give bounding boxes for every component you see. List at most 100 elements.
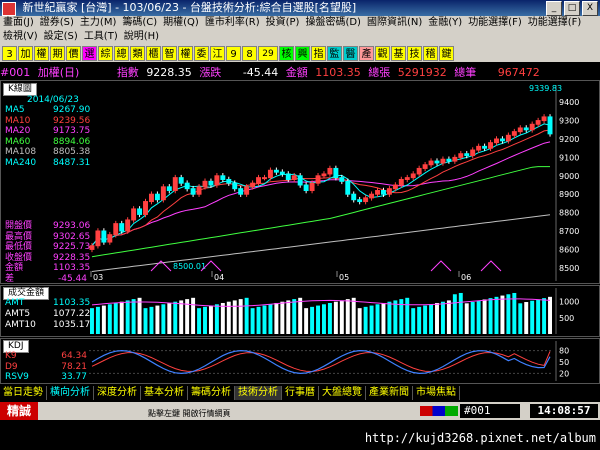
toolbar-button[interactable]: 委 bbox=[194, 45, 209, 61]
candle-body bbox=[517, 127, 523, 133]
toolbar-button[interactable]: 綜 bbox=[98, 45, 113, 61]
toolbar-button[interactable]: 櫃 bbox=[146, 45, 161, 61]
function-tab[interactable]: 深度分析 bbox=[94, 386, 141, 400]
function-tab[interactable]: 大盤總覽 bbox=[319, 386, 366, 400]
toolbar-button[interactable]: 基 bbox=[391, 45, 406, 61]
menu-item[interactable]: 匯市利率(R) bbox=[202, 16, 263, 30]
menu-item[interactable]: 證券(S) bbox=[37, 16, 77, 30]
menu-item[interactable]: 操盤密碼(D) bbox=[302, 16, 364, 30]
ma20-line bbox=[91, 141, 551, 247]
y-tick-label: 9400 bbox=[559, 98, 579, 107]
ma10-line bbox=[91, 129, 551, 247]
candle-body bbox=[375, 190, 380, 195]
toolbar-button[interactable]: 稽 bbox=[423, 45, 438, 61]
menu-item[interactable]: 籌碼(C) bbox=[119, 16, 160, 30]
ma108-line bbox=[91, 214, 551, 272]
toolbar-button[interactable]: 觀 bbox=[375, 45, 390, 61]
toolbar-button[interactable]: 8 bbox=[242, 45, 257, 61]
trades-label: 總筆 bbox=[454, 66, 477, 79]
kdj-chart: 80 50 20 bbox=[89, 341, 569, 381]
volume-bar bbox=[405, 297, 410, 334]
toolbar-button[interactable]: 權 bbox=[34, 45, 49, 61]
candle-body bbox=[547, 116, 553, 135]
volume-bar bbox=[470, 302, 475, 334]
candle-body bbox=[297, 175, 303, 186]
d9-line bbox=[91, 351, 551, 373]
toolbar-button[interactable]: 總 bbox=[114, 45, 129, 61]
menu-item[interactable]: 國際資訊(N) bbox=[364, 16, 425, 30]
function-tab[interactable]: 行事曆 bbox=[282, 386, 319, 400]
function-tab[interactable]: 當日走勢 bbox=[0, 386, 47, 400]
menu-item[interactable]: 檢視(V) bbox=[0, 30, 41, 44]
menu-item[interactable]: 設定(S) bbox=[41, 30, 81, 44]
toolbar-button[interactable]: 興 bbox=[295, 45, 310, 61]
y-tick-label: 9000 bbox=[559, 172, 579, 181]
toolbar-button[interactable]: 3 bbox=[2, 45, 17, 61]
toolbar-button[interactable]: 加 bbox=[18, 45, 33, 61]
menu-item[interactable]: 畫面(J) bbox=[0, 16, 37, 30]
volume-panel[interactable]: 成交金額 AMT 1103.35 AMT5 1077.22 AMT10 1035.17 1… bbox=[0, 285, 600, 337]
menu-item[interactable]: 期權(Q) bbox=[160, 16, 202, 30]
function-tab[interactable]: 籌碼分析 bbox=[188, 386, 235, 400]
toolbar-button[interactable]: 指 bbox=[311, 45, 326, 61]
menu-item[interactable]: 主力(M) bbox=[77, 16, 119, 30]
toolbar-button[interactable]: 產 bbox=[359, 45, 374, 61]
toolbar-button[interactable]: 9 bbox=[226, 45, 241, 61]
menu-item[interactable]: 功能選擇(F) bbox=[465, 16, 525, 30]
minimize-button[interactable]: _ bbox=[546, 1, 562, 16]
volume-bar bbox=[179, 300, 184, 334]
volume-bar bbox=[137, 297, 142, 334]
kdj-y-tick: 80 bbox=[559, 347, 569, 356]
toolbar-button[interactable]: 選 bbox=[82, 45, 97, 61]
toolbar-button[interactable]: 類 bbox=[130, 45, 145, 61]
toolbar-button[interactable]: 權 bbox=[178, 45, 193, 61]
ma5-line bbox=[91, 123, 551, 247]
function-tabs: 當日走勢 橫向分析 深度分析 基本分析 籌碼分析 技術分析 行事曆 大盤總覽 產業新聞 市場焦點 bbox=[0, 386, 600, 400]
bottom-area: http://kujd3268.pixnet.net/album bbox=[0, 420, 600, 450]
y-tick-label: 9100 bbox=[559, 153, 579, 162]
candle-body bbox=[470, 149, 476, 157]
volume-chart: 1000 500 bbox=[90, 288, 579, 334]
toolbar-button[interactable]: 技 bbox=[407, 45, 422, 61]
toolbar-button[interactable]: 智 bbox=[162, 45, 177, 61]
index-value: 9228.35 bbox=[146, 66, 192, 79]
menu-item[interactable]: 投資(P) bbox=[263, 16, 303, 30]
menu-item[interactable]: 工具(T) bbox=[81, 30, 121, 44]
toolbar-button[interactable]: 29 bbox=[258, 45, 278, 61]
volume-bar bbox=[381, 302, 386, 334]
menu-item[interactable]: 金融(Y) bbox=[425, 16, 465, 30]
close-button[interactable]: X bbox=[582, 1, 598, 16]
candle-body bbox=[131, 208, 137, 221]
kline-panel[interactable]: K線圖 2014/06/23 MA5 9267.90 MA10 9239.56 MA20… bbox=[0, 80, 600, 284]
maximize-button[interactable]: □ bbox=[564, 1, 580, 16]
candle-body bbox=[363, 197, 369, 203]
candle-body bbox=[494, 138, 499, 144]
candle-body bbox=[160, 186, 166, 201]
volume-bar bbox=[339, 300, 344, 334]
toolbar-button[interactable]: 價 bbox=[66, 45, 81, 61]
toolbar-button[interactable]: 期 bbox=[50, 45, 65, 61]
volume-bar bbox=[351, 297, 356, 334]
title-bar: 新世紀贏家 [台灣] - 103/06/23 - 台盤技術分析:綜合自選股[名望… bbox=[0, 0, 600, 16]
toolbar-button[interactable]: 監 bbox=[327, 45, 342, 61]
status-hint: 點擊左鍵 開啟行情網頁 bbox=[148, 409, 231, 418]
menu-row-1: 畫面(J) 證券(S) 主力(M) 籌碼(C) 期權(Q) 匯市利率(R) 投資(P) 操盤密… bbox=[0, 16, 600, 30]
volume-bar bbox=[429, 304, 434, 334]
toolbar-button[interactable]: 鍵 bbox=[439, 45, 454, 61]
menu-item[interactable]: 說明(H) bbox=[121, 30, 162, 44]
toolbar-button[interactable]: 核 bbox=[279, 45, 294, 61]
function-tab[interactable]: 產業新聞 bbox=[366, 386, 413, 400]
menu-item[interactable]: 功能選擇(F) bbox=[525, 16, 585, 30]
candle-body bbox=[488, 142, 494, 149]
candle-body bbox=[499, 138, 505, 142]
function-tab[interactable]: 橫向分析 bbox=[47, 386, 94, 400]
volume-bar bbox=[197, 308, 202, 334]
function-tab[interactable]: 市場焦點 bbox=[413, 386, 460, 400]
toolbar-button[interactable]: 醫 bbox=[343, 45, 358, 61]
candle-body bbox=[178, 177, 184, 184]
kdj-panel[interactable]: KDJ K9 64.34 D9 78.21 RSV9 33.77 80 50 20 bbox=[0, 338, 600, 384]
function-tab[interactable]: 技術分析 bbox=[235, 386, 282, 400]
function-tab[interactable]: 基本分析 bbox=[141, 386, 188, 400]
toolbar-button[interactable]: 江 bbox=[210, 45, 225, 61]
volume-bar bbox=[131, 299, 136, 334]
